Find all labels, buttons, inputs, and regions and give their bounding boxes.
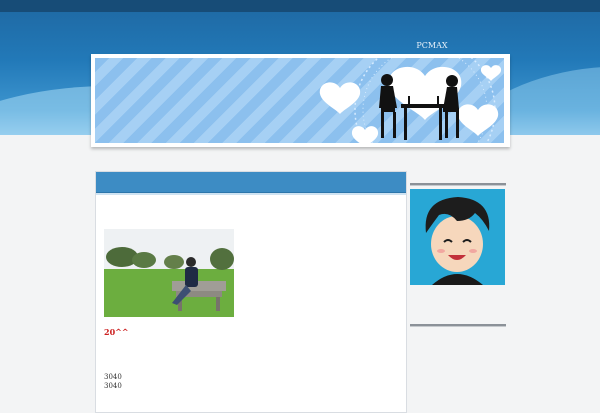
man-on-bench-photo-icon[interactable]: [104, 229, 234, 317]
couple-dinner-silhouette-icon: [319, 58, 502, 143]
sidebar: [410, 183, 506, 327]
post-header-divider: [96, 193, 406, 195]
smiling-boy-avatar-icon[interactable]: [410, 189, 505, 285]
sidebar-divider: [410, 324, 506, 327]
sidebar-divider: [410, 183, 506, 186]
main-content: 20^^ 3040 3040: [95, 171, 407, 413]
header-banner[interactable]: [91, 54, 510, 147]
post-text-line: 3040: [104, 373, 122, 381]
top-strip: [0, 0, 600, 12]
post-title[interactable]: 20^^: [104, 327, 129, 337]
post-text-line: 3040: [104, 382, 122, 390]
banner-image: [95, 58, 504, 143]
site-title[interactable]: PCMAX: [412, 41, 452, 50]
post-header-bar: [96, 172, 406, 193]
